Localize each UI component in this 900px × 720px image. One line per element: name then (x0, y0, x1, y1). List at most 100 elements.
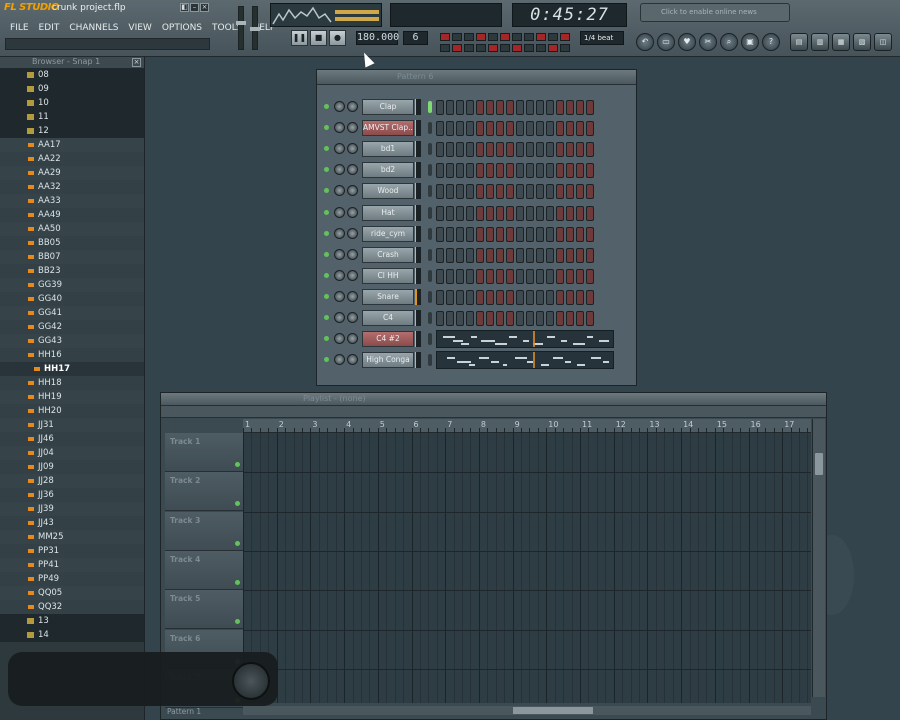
channel-name-button[interactable]: bd2 (362, 162, 414, 179)
channel-select-toggle[interactable] (428, 248, 432, 261)
step-button[interactable] (456, 184, 464, 200)
vertical-scrollbar[interactable] (812, 419, 825, 697)
browser-file[interactable]: AA49 (0, 208, 144, 222)
step-button[interactable] (476, 205, 484, 221)
step-button[interactable] (496, 100, 504, 115)
step-button[interactable] (576, 121, 584, 137)
record-button[interactable]: ● (329, 30, 346, 46)
step-button[interactable] (506, 163, 514, 179)
step-button[interactable] (496, 311, 504, 326)
browser-file[interactable]: PP31 (0, 544, 144, 558)
step-button[interactable] (526, 311, 534, 326)
step-button[interactable] (546, 247, 554, 263)
step-button[interactable] (506, 184, 514, 200)
browser-file[interactable]: JJ43 (0, 516, 144, 530)
step-button[interactable] (556, 226, 564, 242)
scrollbar-thumb[interactable] (815, 453, 823, 475)
step-button[interactable] (486, 226, 494, 242)
step-button[interactable] (586, 142, 594, 158)
channel-mute-led[interactable] (324, 315, 329, 320)
browser-window-icon[interactable]: ▧ (853, 33, 871, 51)
step-button[interactable] (506, 247, 514, 263)
step-button[interactable] (536, 289, 544, 305)
piano-roll-window-icon[interactable]: ▦ (832, 33, 850, 51)
step-button[interactable] (556, 142, 564, 158)
step-button[interactable] (536, 121, 544, 137)
channel-name-button[interactable]: Wood (362, 183, 414, 200)
step-button[interactable] (496, 268, 504, 284)
channel-select-toggle[interactable] (428, 206, 432, 219)
step-button[interactable] (496, 163, 504, 179)
toggle-button[interactable] (548, 33, 558, 41)
mini-piano-roll[interactable] (436, 330, 614, 349)
channel-select-toggle[interactable] (428, 164, 432, 177)
volume-knob[interactable] (347, 269, 358, 281)
step-button[interactable] (526, 121, 534, 137)
step-button[interactable] (506, 205, 514, 221)
playlist-titlebar[interactable]: Playlist - (none) (161, 393, 826, 406)
pan-knob[interactable] (334, 354, 345, 366)
toggle-button[interactable] (476, 44, 486, 52)
channel-select-toggle[interactable] (428, 122, 432, 135)
step-button[interactable] (436, 142, 444, 158)
step-button[interactable] (566, 184, 574, 200)
step-button[interactable] (566, 121, 574, 137)
channel-select-toggle[interactable] (428, 143, 432, 156)
step-button[interactable] (536, 163, 544, 179)
step-button[interactable] (536, 226, 544, 242)
step-button[interactable] (506, 311, 514, 326)
step-button[interactable] (586, 163, 594, 179)
browser-file[interactable]: JJ28 (0, 474, 144, 488)
menu-options[interactable]: OPTIONS (157, 21, 207, 35)
step-button[interactable] (556, 184, 564, 200)
step-button[interactable] (476, 100, 484, 115)
channel-name-button[interactable]: Snare (362, 288, 414, 305)
step-button[interactable] (456, 289, 464, 305)
browser-file[interactable]: BB05 (0, 236, 144, 250)
browser-folder[interactable]: 08 (0, 68, 144, 82)
toggle-button[interactable] (536, 33, 546, 41)
volume-knob[interactable] (347, 290, 358, 302)
browser-file[interactable]: AA29 (0, 166, 144, 180)
step-button[interactable] (556, 268, 564, 284)
channel-select-toggle[interactable] (428, 269, 432, 282)
step-button[interactable] (546, 268, 554, 284)
step-button[interactable] (566, 247, 574, 263)
browser-file[interactable]: GG40 (0, 292, 144, 306)
step-button[interactable] (556, 247, 564, 263)
step-button[interactable] (436, 268, 444, 284)
master-pitch-slider[interactable] (250, 6, 260, 50)
scrollbar-thumb[interactable] (513, 707, 593, 714)
playlist-grid[interactable] (243, 433, 811, 703)
export-icon[interactable]: ▣ (741, 33, 759, 51)
step-button[interactable] (576, 163, 584, 179)
step-button[interactable] (466, 268, 474, 284)
step-button[interactable] (446, 163, 454, 179)
toggle-button[interactable] (500, 44, 510, 52)
step-button[interactable] (436, 311, 444, 326)
step-button[interactable] (466, 184, 474, 200)
channel-name-button[interactable]: Cl HH (362, 267, 414, 284)
step-button[interactable] (586, 226, 594, 242)
browser-file[interactable]: PP49 (0, 572, 144, 586)
step-button[interactable] (576, 289, 584, 305)
step-button[interactable] (496, 142, 504, 158)
step-button[interactable] (546, 184, 554, 200)
browser-file[interactable]: GG41 (0, 306, 144, 320)
search-icon[interactable]: ⌕ (720, 33, 738, 51)
toggle-button[interactable] (524, 44, 534, 52)
step-button[interactable] (456, 311, 464, 326)
channel-select-toggle[interactable] (428, 185, 432, 198)
step-button[interactable] (556, 163, 564, 179)
step-button[interactable] (556, 121, 564, 137)
step-button[interactable] (436, 247, 444, 263)
step-button[interactable] (526, 247, 534, 263)
step-button[interactable] (516, 184, 524, 200)
pan-knob[interactable] (334, 333, 345, 345)
browser-file[interactable]: GG39 (0, 278, 144, 292)
step-button[interactable] (436, 205, 444, 221)
cut-icon[interactable]: ✂ (699, 33, 717, 51)
browser-file[interactable]: MM25 (0, 530, 144, 544)
browser-folder[interactable]: 11 (0, 110, 144, 124)
step-button[interactable] (456, 121, 464, 137)
